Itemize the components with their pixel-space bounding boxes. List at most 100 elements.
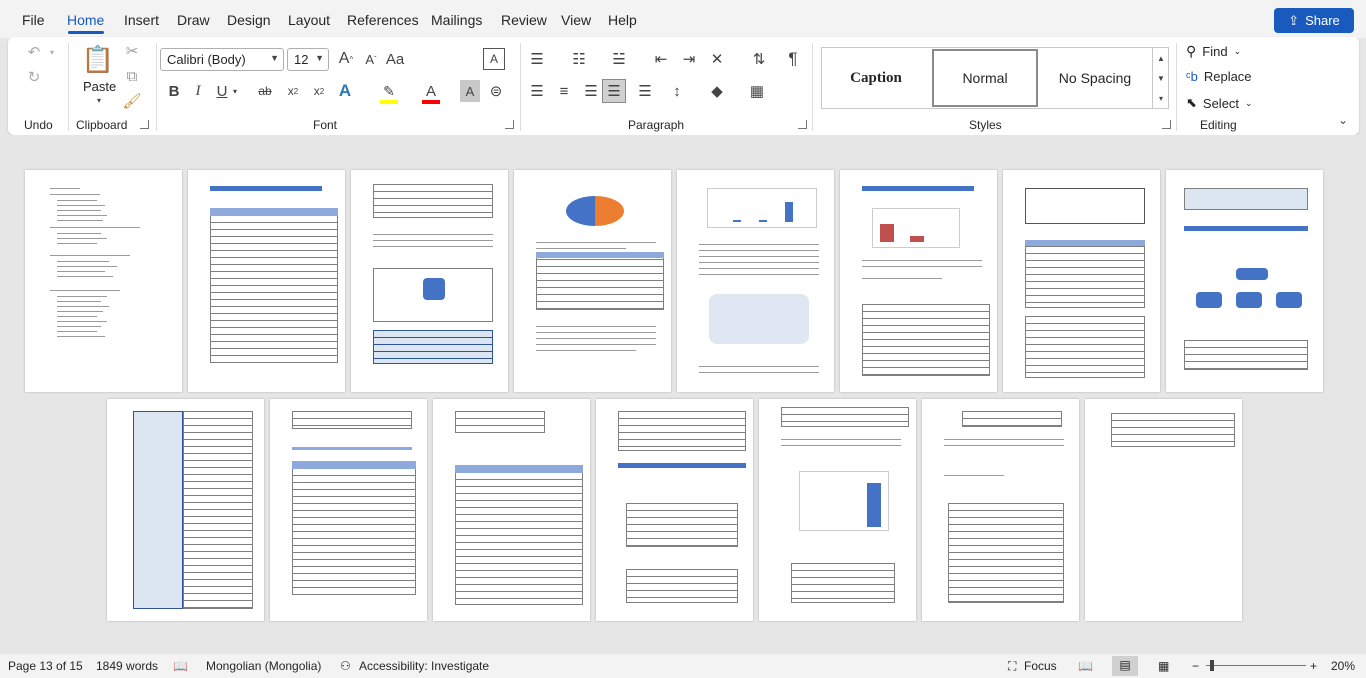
zoom-slider[interactable] (1206, 665, 1306, 666)
style-caption[interactable]: Caption (822, 49, 930, 107)
page-thumbnail[interactable] (677, 170, 834, 392)
line-spacing-icon[interactable]: ↕ (666, 80, 688, 102)
show-formatting-icon[interactable]: ¶ (782, 48, 804, 70)
page-thumbnail[interactable] (107, 399, 264, 621)
undo-dropdown-icon[interactable]: ▾ (46, 41, 58, 63)
word-count[interactable]: 1849 words (96, 659, 158, 673)
undo-icon[interactable]: ↶ (22, 41, 46, 63)
page-thumbnail[interactable] (25, 170, 182, 392)
font-name-input[interactable]: Calibri (Body) ▼ (160, 48, 284, 71)
copy-icon[interactable]: ⧉ (122, 66, 142, 86)
tab-file[interactable]: File (22, 12, 45, 28)
tab-view[interactable]: View (561, 12, 591, 28)
paste-dropdown-icon[interactable]: ▾ (94, 95, 104, 105)
strikethrough-icon[interactable]: ab (254, 80, 276, 102)
page-thumbnail[interactable] (188, 170, 345, 392)
focus-button[interactable]: Focus (1024, 659, 1057, 673)
cut-icon[interactable]: ✂ (122, 41, 142, 61)
decrease-indent-icon[interactable]: ⇤ (650, 48, 672, 70)
more-styles-icon[interactable]: ▾ (1155, 90, 1167, 106)
paragraph-shading-icon[interactable]: ◆ (706, 80, 728, 102)
page-thumbnail[interactable] (514, 170, 671, 392)
language-status[interactable]: Mongolian (Mongolia) (206, 659, 321, 673)
tab-layout[interactable]: Layout (288, 12, 330, 28)
print-layout-icon[interactable]: ▤ (1112, 656, 1138, 676)
read-mode-icon[interactable]: 📖 (1078, 659, 1093, 673)
format-painter-icon[interactable]: 🖌 (122, 91, 142, 111)
page-thumbnail[interactable] (1003, 170, 1160, 392)
underline-icon[interactable]: U (212, 80, 232, 102)
text-effects-icon[interactable]: A (334, 80, 356, 102)
highlight-icon[interactable]: ✎ (378, 80, 400, 102)
tab-mailings[interactable]: Mailings (431, 12, 482, 28)
bold-icon[interactable]: B (164, 80, 184, 102)
borders-icon[interactable]: ▦ (746, 80, 768, 102)
tab-design[interactable]: Design (227, 12, 271, 28)
italic-icon[interactable]: I (188, 80, 208, 102)
proofing-icon[interactable]: 📖 (173, 659, 188, 673)
shading-icon[interactable]: A (460, 80, 480, 102)
share-button[interactable]: ⇪ Share (1274, 8, 1354, 33)
style-normal[interactable]: Normal (932, 49, 1038, 107)
paste-button[interactable]: Paste (83, 79, 116, 94)
page-thumbnail[interactable] (1166, 170, 1323, 392)
collapse-ribbon-icon[interactable]: ⌄ (1334, 111, 1352, 129)
tab-insert[interactable]: Insert (124, 12, 159, 28)
distributed-icon[interactable]: ☰ (634, 80, 656, 102)
sort-icon[interactable]: ⇅ (748, 48, 770, 70)
clipboard-launcher-icon[interactable] (140, 120, 149, 129)
paragraph-launcher-icon[interactable] (798, 120, 807, 129)
numbering-icon[interactable]: ☷ (568, 48, 590, 70)
chevron-down-icon[interactable]: ▼ (1155, 70, 1167, 86)
tab-references[interactable]: References (347, 12, 419, 28)
tab-review[interactable]: Review (501, 12, 547, 28)
align-right-icon[interactable]: ☰ (580, 80, 602, 102)
chinese-layout-icon[interactable]: ✕ (706, 48, 728, 70)
increase-indent-icon[interactable]: ⇥ (678, 48, 700, 70)
page-thumbnail[interactable] (596, 399, 753, 621)
tab-draw[interactable]: Draw (177, 12, 210, 28)
font-color-icon[interactable]: A (420, 80, 442, 102)
underline-dropdown-icon[interactable]: ▾ (230, 80, 240, 102)
enclose-characters-icon[interactable]: ⊜ (485, 80, 507, 102)
align-left-icon[interactable]: ☰ (526, 80, 548, 102)
clear-formatting-icon[interactable]: A (483, 48, 505, 70)
page-thumbnail[interactable] (270, 399, 427, 621)
page-thumbnail[interactable] (433, 399, 590, 621)
font-launcher-icon[interactable] (505, 120, 514, 129)
subscript-icon[interactable]: x2 (282, 80, 304, 102)
accessibility-status[interactable]: Accessibility: Investigate (359, 659, 489, 673)
page-thumbnail[interactable] (759, 399, 916, 621)
paste-icon[interactable]: 📋 (80, 41, 116, 77)
page-thumbnail[interactable] (922, 399, 1079, 621)
accessibility-icon[interactable]: ⚇ (340, 659, 351, 673)
zoom-slider-thumb[interactable] (1210, 660, 1214, 671)
replace-button[interactable]: ᶜb Replace (1186, 69, 1252, 84)
bullets-icon[interactable]: ☰ (526, 48, 548, 70)
align-center-icon[interactable]: ≡ (553, 80, 575, 102)
select-button[interactable]: ⬉ Select ⌄ (1186, 95, 1253, 111)
font-size-input[interactable]: 12 ▼ (287, 48, 329, 71)
chevron-up-icon[interactable]: ▲ (1155, 50, 1167, 66)
shrink-font-icon[interactable]: Aˇ (360, 48, 382, 70)
change-case-icon[interactable]: Aa (384, 48, 406, 70)
zoom-level[interactable]: 20% (1331, 659, 1355, 673)
page-thumbnail[interactable] (351, 170, 508, 392)
zoom-out-icon[interactable]: − (1192, 659, 1199, 673)
tab-help[interactable]: Help (608, 12, 637, 28)
justify-icon[interactable]: ☰ (602, 79, 626, 103)
grow-font-icon[interactable]: A ^ (335, 48, 357, 70)
focus-icon[interactable]: ⛶ (1008, 659, 1016, 674)
multilevel-list-icon[interactable]: ☱ (608, 48, 630, 70)
styles-launcher-icon[interactable] (1162, 120, 1171, 129)
document-canvas[interactable] (0, 135, 1366, 654)
zoom-in-icon[interactable]: + (1310, 659, 1317, 673)
redo-icon[interactable]: ↻ (22, 66, 46, 88)
page-thumbnail[interactable] (1085, 399, 1242, 621)
tab-home[interactable]: Home (67, 12, 104, 28)
web-layout-icon[interactable]: ▦ (1158, 659, 1169, 673)
superscript-icon[interactable]: x2 (308, 80, 330, 102)
style-no-spacing[interactable]: No Spacing (1040, 49, 1150, 107)
find-button[interactable]: ⚲ Find ⌄ (1186, 43, 1241, 60)
page-thumbnail[interactable] (840, 170, 997, 392)
